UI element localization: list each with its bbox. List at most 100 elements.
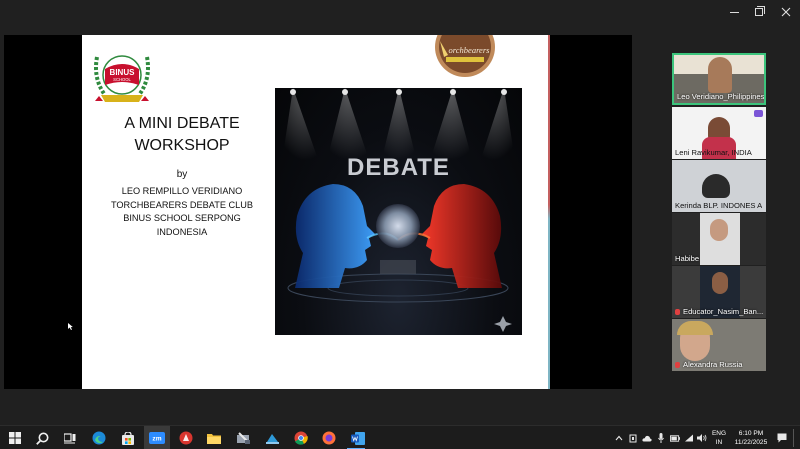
pdf-app[interactable]: [177, 429, 195, 447]
debate-illustration: DEBATE: [275, 88, 522, 335]
window-title-bar: [0, 0, 800, 24]
binus-logo-line3: Serpong: [114, 82, 129, 87]
torchbearers-logo: orchbearers: [435, 35, 495, 77]
debate-artwork: [275, 88, 522, 332]
participant-face: [708, 57, 732, 93]
participant-name: Alexandra Russia: [683, 360, 743, 369]
stage-spotlights: [275, 88, 522, 208]
maximize-button[interactable]: [745, 0, 773, 24]
participant-name-row: Educator_Nasim_Ban...: [675, 307, 763, 316]
wifi-icon: [685, 434, 693, 442]
shared-screen[interactable]: BINUS SCHOOL Serpong orchbearers A MINI …: [4, 35, 632, 389]
author-line: LEO REMPILLO VERIDIANO: [121, 186, 243, 196]
close-button[interactable]: [772, 0, 800, 24]
participant-name: Leni Ravikumar, INDIA: [675, 148, 752, 157]
participant-tile[interactable]: Habibe: [672, 213, 766, 265]
participant-tile[interactable]: Alexandra Russia: [672, 319, 766, 371]
taskbar-clock[interactable]: 6:10 PM 11/22/2025: [728, 429, 774, 447]
sparkle-icon: [494, 316, 512, 332]
tools-app[interactable]: [234, 429, 252, 447]
edge-browser-icon: [92, 431, 106, 445]
participant-tile[interactable]: Leni Ravikumar, INDIA: [672, 107, 766, 159]
file-explorer-app[interactable]: [205, 429, 223, 447]
restore-icon: [755, 6, 765, 16]
author-line: INDONESIA: [156, 226, 208, 237]
start-button[interactable]: [6, 429, 24, 447]
chrome-app[interactable]: [292, 429, 310, 447]
notification-icon: [777, 433, 787, 443]
speaker-icon: [697, 434, 707, 442]
word-app-icon: [351, 431, 365, 445]
participant-tile[interactable]: Kerinda BLP. INDONES A: [672, 160, 766, 212]
input-language-indicator[interactable]: ENG IN: [708, 429, 730, 447]
windows-logo-icon: [9, 432, 21, 444]
slide-edge-accent: [548, 35, 550, 389]
language-code: ENG: [711, 430, 727, 437]
search-icon: [35, 432, 48, 445]
slide-title: A MINI DEBATE WORKSHOP: [124, 115, 240, 154]
chrome-browser-icon: [294, 431, 308, 445]
windows-taskbar: zm ENG IN 6:10 PM 11/22/2025: [0, 425, 800, 449]
debate-heading: DEBATE: [347, 154, 450, 181]
presentation-slide: BINUS SCHOOL Serpong orchbearers A MINI …: [82, 35, 550, 389]
firefox-browser-icon: [322, 431, 336, 445]
microsoft-store-icon: [122, 431, 134, 445]
show-desktop-button[interactable]: [793, 429, 796, 447]
task-view-icon: [64, 432, 76, 443]
show-hidden-icons-button[interactable]: [614, 432, 624, 444]
participant-name: Kerinda BLP. INDONES A: [675, 201, 763, 210]
globe-orb: [376, 204, 420, 248]
zoom-window: BINUS SCHOOL Serpong orchbearers A MINI …: [0, 0, 800, 449]
participant-name-row: Alexandra Russia: [675, 360, 743, 369]
firefox-app[interactable]: [320, 429, 338, 447]
slide-authors: LEO REMPILLO VERIDIANO TORCHBEARERS DEBA…: [102, 185, 262, 239]
battery-button[interactable]: [670, 432, 680, 444]
participant-face: [712, 272, 728, 294]
binus-logo-line1: BINUS: [110, 68, 136, 77]
tools-icon: [236, 431, 250, 444]
folder-icon: [207, 434, 221, 444]
app-tray-icon: [629, 434, 637, 442]
onedrive-button[interactable]: [642, 432, 652, 444]
author-line: TORCHBEARERS DEBATE CLUB: [110, 199, 254, 210]
battery-icon: [670, 434, 680, 442]
tray-app-button[interactable]: [628, 432, 638, 444]
volume-button[interactable]: [697, 432, 707, 444]
participant-face: [702, 174, 730, 198]
participant-gallery: Leo Veridiano_Philippines Leni Ravikumar…: [672, 53, 766, 371]
notifications-button[interactable]: [777, 432, 787, 444]
minimize-icon: [729, 11, 739, 13]
chevron-up-icon: [615, 435, 623, 441]
microphone-icon: [658, 433, 664, 443]
zoom-app-icon: zm: [149, 432, 165, 444]
word-app[interactable]: [349, 429, 367, 447]
region-code: IN: [715, 439, 723, 446]
wifi-button[interactable]: [684, 432, 694, 444]
microphone-tray-button[interactable]: [656, 432, 666, 444]
zoom-app-label: zm: [152, 436, 161, 443]
torchbearers-logo-text: orchbearers: [449, 45, 491, 55]
participant-hair: [677, 321, 713, 335]
cloud-app-icon: [265, 434, 279, 444]
cloud-icon: [642, 435, 652, 441]
edge-app[interactable]: [90, 429, 108, 447]
clock-date: 11/22/2025: [734, 439, 768, 446]
mouse-cursor-icon: [68, 323, 73, 330]
reaction-badge: [754, 110, 763, 117]
participant-face: [710, 219, 728, 241]
mic-muted-icon: [675, 362, 680, 368]
task-view-button[interactable]: [61, 429, 79, 447]
author-line: BINUS SCHOOL SERPONG: [123, 213, 241, 224]
participant-tile[interactable]: Educator_Nasim_Ban...: [672, 266, 766, 318]
participant-name: Educator_Nasim_Ban...: [683, 307, 764, 316]
search-button[interactable]: [33, 429, 51, 447]
zoom-app[interactable]: zm: [148, 429, 166, 447]
participant-tile[interactable]: Leo Veridiano_Philippines: [672, 53, 766, 105]
participant-name: Habibe: [675, 254, 700, 263]
slide-right-margin: [552, 35, 558, 389]
minimize-button[interactable]: [720, 0, 748, 24]
close-icon: [781, 7, 791, 17]
desktop-app[interactable]: [263, 429, 281, 447]
slide-byline: by: [176, 169, 188, 180]
store-app[interactable]: [119, 429, 137, 447]
